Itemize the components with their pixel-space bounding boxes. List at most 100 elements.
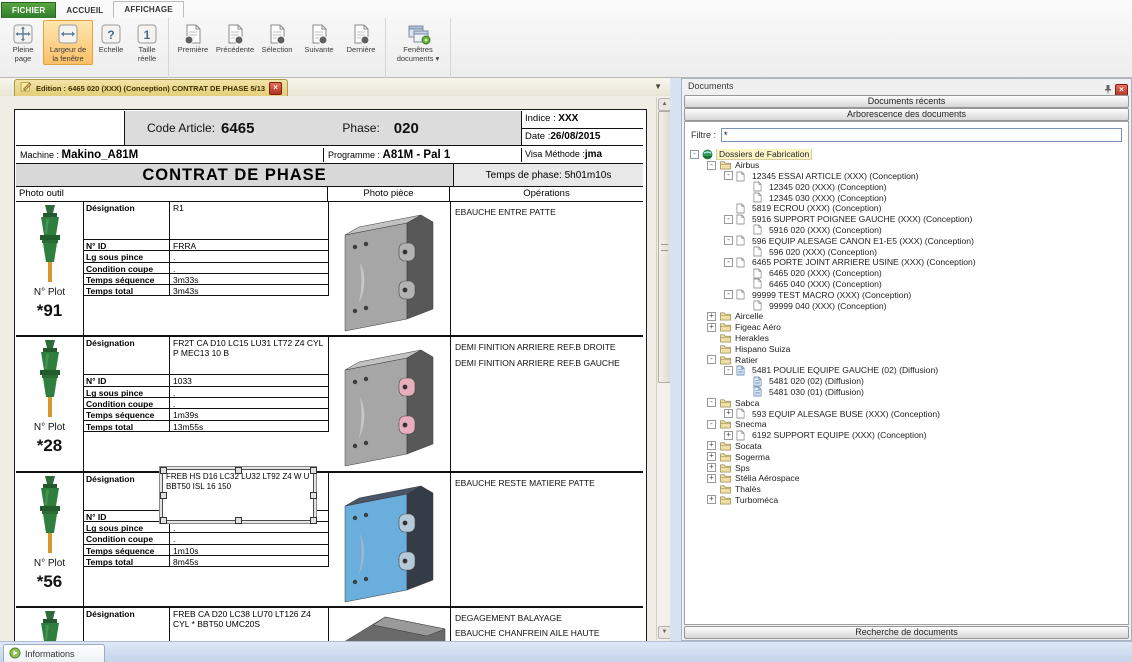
tree-item[interactable]: +Stélia Aérospace (688, 473, 1125, 484)
date-value[interactable]: 26/08/2015 (550, 131, 600, 142)
collapse-icon[interactable]: - (724, 258, 733, 267)
cond-value[interactable]: . (170, 263, 328, 273)
expand-icon[interactable]: + (707, 323, 716, 332)
operations-text[interactable]: DEGAGEMENT BALAYAGE EBAUCHE CHANFREIN AI… (450, 608, 643, 642)
tree-item[interactable]: -Ratier (688, 354, 1125, 365)
document-tree-bar[interactable]: Arborescence des documents (684, 108, 1129, 121)
tree-item-label[interactable]: Turboméca (733, 495, 780, 505)
tree-item-label[interactable]: Ratier (733, 355, 760, 365)
tree-item[interactable]: 6465 040 (XXX) (Conception) (688, 279, 1125, 290)
tab-affichage[interactable]: AFFICHAGE (113, 1, 183, 18)
tree-item[interactable]: +Socata (688, 441, 1125, 452)
tree-item-label[interactable]: Thalès (733, 484, 763, 494)
collapse-icon[interactable]: - (724, 236, 733, 245)
collapse-icon[interactable]: - (724, 215, 733, 224)
code-article-value[interactable]: 6465 (221, 120, 254, 137)
tseq-value[interactable]: 3m33s (170, 274, 328, 284)
tree-item-label[interactable]: Airbus (733, 160, 761, 170)
collapse-icon[interactable]: - (707, 420, 716, 429)
fit-width-button[interactable]: Largeur de la fenêtre (43, 20, 93, 65)
recent-documents-bar[interactable]: Documents récents (684, 95, 1129, 108)
tree-item[interactable]: Thalès (688, 484, 1125, 495)
selection-handle[interactable] (310, 467, 317, 474)
tree-item-label[interactable]: 6192 SUPPORT EQUIPE (XXX) (Conception) (750, 430, 929, 440)
tree-item[interactable]: + Figeac Aéro (688, 322, 1125, 333)
tree-item[interactable]: -6465 PORTE JOINT ARRIERE USINE (XXX) (C… (688, 257, 1125, 268)
tab-accueil[interactable]: ACCUEIL (56, 3, 113, 18)
nid-value[interactable]: FRRA (170, 240, 328, 250)
tree-item[interactable]: Hispano Suiza (688, 343, 1125, 354)
selection-handle[interactable] (160, 517, 167, 524)
tree-item-label[interactable]: 6465 040 (XXX) (Conception) (767, 279, 884, 289)
tree-item[interactable]: 99999 040 (XXX) (Conception) (688, 300, 1125, 311)
operations-text[interactable]: EBAUCHE RESTE MATIERE PATTE (450, 473, 643, 606)
filter-input[interactable] (721, 128, 1122, 142)
lg-value[interactable]: . (170, 522, 328, 532)
tree-item-label[interactable]: 5819 ECROU (XXX) (Conception) (750, 203, 883, 213)
expand-icon[interactable]: + (707, 312, 716, 321)
tree-item[interactable]: 5819 ECROU (XXX) (Conception) (688, 203, 1125, 214)
tree-item-label[interactable]: 5916 020 (XXX) (Conception) (767, 225, 884, 235)
selection-page-button[interactable]: Sélection (256, 20, 298, 57)
tree-item-label[interactable]: 5916 SUPPORT POIGNEE GAUCHE (XXX) (Conce… (750, 214, 974, 224)
tree-item[interactable]: 6465 020 (XXX) (Conception) (688, 268, 1125, 279)
tree-item-label[interactable]: 5481 020 (02) (Diffusion) (767, 376, 866, 386)
fit-page-button[interactable]: Pleine page (3, 20, 43, 65)
cond-value[interactable]: . (170, 533, 328, 543)
tree-item[interactable]: Herakles (688, 333, 1125, 344)
selection-handle[interactable] (235, 467, 242, 474)
tree-item-label[interactable]: 5481 POULIE EQUIPE GAUCHE (02) (Diffusio… (750, 365, 940, 375)
ttot-value[interactable]: 13m55s (170, 421, 328, 431)
indice-value[interactable]: XXX (558, 113, 578, 124)
tree-item[interactable]: +Aircelle (688, 311, 1125, 322)
tree-item-label[interactable]: 12345 030 (XXX) (Conception) (767, 193, 889, 203)
tree-item[interactable]: - Airbus (688, 160, 1125, 171)
tree-item[interactable]: +593 EQUIP ALESAGE BUSE (XXX) (Conceptio… (688, 408, 1125, 419)
last-page-button[interactable]: Dernière (340, 20, 382, 57)
tree-item[interactable]: +Turboméca (688, 495, 1125, 506)
document-tab[interactable]: Edition : 6465 020 (XXX) (Conception) CO… (14, 79, 288, 96)
tree-item[interactable]: - 5916 SUPPORT POIGNEE GAUCHE (XXX) (Conc… (688, 214, 1125, 225)
tree-item-label[interactable]: 12345 020 (XXX) (Conception) (767, 182, 889, 192)
designation-value[interactable]: R1 (170, 202, 328, 239)
phase-value[interactable]: 020 (394, 120, 419, 137)
collapse-icon[interactable]: - (707, 161, 716, 170)
tree-item-label[interactable]: 99999 040 (XXX) (Conception) (767, 301, 889, 311)
tseq-value[interactable]: 1m10s (170, 545, 328, 555)
designation-value[interactable]: FR2T CA D10 LC15 LU31 LT72 Z4 CYL P MEC1… (170, 337, 328, 374)
designation-value[interactable]: FREB CA D20 LC38 LU70 LT126 Z4 CYL * BBT… (170, 608, 328, 642)
tree-item-label[interactable]: Hispano Suiza (733, 344, 792, 354)
document-windows-button[interactable]: Fenêtres documents ▾ (389, 20, 447, 65)
tree-item[interactable]: 5481 030 (01) (Diffusion) (688, 387, 1125, 398)
scale-button[interactable]: ? Echelle (93, 20, 129, 57)
expand-icon[interactable]: + (707, 452, 716, 461)
visa-value[interactable]: jma (585, 149, 602, 160)
first-page-button[interactable]: Première (172, 20, 214, 57)
selection-handle[interactable] (310, 492, 317, 499)
expand-icon[interactable]: + (707, 441, 716, 450)
previous-page-button[interactable]: Précédente (214, 20, 256, 57)
collapse-icon[interactable]: - (707, 398, 716, 407)
tree-item[interactable]: +6192 SUPPORT EQUIPE (XXX) (Conception) (688, 430, 1125, 441)
ttot-value[interactable]: 8m45s (170, 556, 328, 566)
close-document-icon[interactable]: × (269, 82, 282, 95)
operations-text[interactable]: DEMI FINITION ARRIERE REF.B DROITE DEMI … (450, 337, 643, 470)
tree-item-label[interactable]: Stélia Aérospace (733, 473, 802, 483)
collapse-icon[interactable]: - (724, 171, 733, 180)
tree-item-label[interactable]: 99999 TEST MACRO (XXX) (Conception) (750, 290, 913, 300)
tree-item-label[interactable]: Dossiers de Fabrication (716, 149, 812, 160)
tree-item[interactable]: - Dossiers de Fabrication (688, 149, 1125, 160)
document-search-bar[interactable]: Recherche de documents (684, 626, 1129, 639)
selection-handle[interactable] (310, 517, 317, 524)
programme-value[interactable]: A81M - Pal 1 (383, 149, 451, 161)
collapse-icon[interactable]: - (690, 150, 699, 159)
informations-tab[interactable]: Informations (3, 644, 105, 662)
tree-item[interactable]: 596 020 (XXX) (Conception) (688, 246, 1125, 257)
operations-text[interactable]: EBAUCHE ENTRE PATTE (450, 202, 643, 335)
tree-item-label[interactable]: Figeac Aéro (733, 322, 783, 332)
machine-value[interactable]: Makino_A81M (62, 149, 139, 161)
next-page-button[interactable]: Suivante (298, 20, 340, 57)
tseq-value[interactable]: 1m39s (170, 409, 328, 419)
tree-item-label[interactable]: 596 020 (XXX) (Conception) (767, 247, 879, 257)
tree-item-label[interactable]: 596 EQUIP ALESAGE CANON E1-E5 (XXX) (Con… (750, 236, 976, 246)
